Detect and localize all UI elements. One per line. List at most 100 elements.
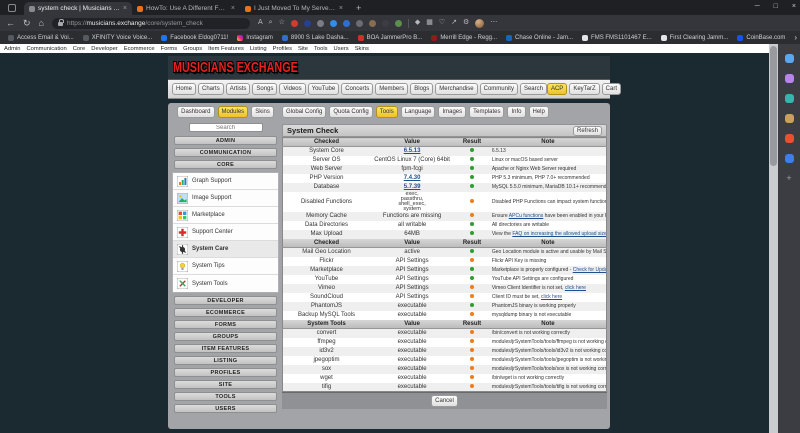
sidebar-add-icon[interactable]: + [786,174,791,183]
bookmark-item[interactable]: First Clearing Jamm... [661,35,729,41]
nav-button-community[interactable]: Community [480,83,518,95]
sidebar-section-listing[interactable]: LISTING [174,356,277,365]
collections-icon[interactable]: ▦ [426,19,433,27]
note-link[interactable]: FAQ on increasing the allowed upload siz… [512,231,606,237]
nav-button-youtube[interactable]: YouTube [308,83,340,95]
tab-tools[interactable]: Tools [376,106,398,118]
nav-button-search[interactable]: Search [520,83,547,95]
sidebar-item-image-support[interactable]: Image Support [173,190,278,207]
tab-info[interactable]: Info [507,106,525,118]
scrollbar-thumb[interactable] [770,46,777,166]
bookmark-item[interactable]: CoinBase.com [737,35,785,41]
extension-icon-sync[interactable] [395,20,402,27]
nav-button-artists[interactable]: Artists [226,83,251,95]
tab-language[interactable]: Language [401,106,436,118]
tab-close-icon[interactable]: × [123,5,127,12]
bookmark-item[interactable]: 8900 S Lake Dasha... [282,35,349,41]
sidebar-outlook-icon[interactable] [785,154,794,163]
admin-link-skins[interactable]: Skins [355,46,369,52]
bookmark-item[interactable]: BOA JammerPro B... [358,35,423,41]
sidebar-item-support-center[interactable]: Support Center [173,224,278,241]
nav-button-songs[interactable]: Songs [252,83,277,95]
tab-images[interactable]: Images [438,106,466,118]
back-icon[interactable]: ← [6,18,15,28]
sidebar-item-system-tools[interactable]: System Tools [173,275,278,292]
sidebar-section-admin[interactable]: ADMIN [174,136,277,145]
extension-icon-clipboard[interactable] [356,20,363,27]
sidebar-item-system-care[interactable]: System Care [173,241,278,258]
bookmark-item[interactable]: Facebook Eldog0711! [161,35,228,41]
sidebar-section-forms[interactable]: FORMS [174,320,277,329]
refresh-button[interactable]: Refresh [573,126,602,136]
extension-icon-blue[interactable] [330,20,337,27]
sidebar-tab-skins[interactable]: Skins [251,106,274,118]
essentials-icon[interactable]: ♡ [439,19,445,27]
settings-icon[interactable]: ⚙ [463,19,469,27]
favorite-star-icon[interactable]: ☆ [279,19,285,27]
bookmark-item[interactable]: FMS FMS1101467 E... [582,35,652,41]
bookmark-item[interactable]: XFINITY Voice Voice... [83,35,153,41]
refresh-icon[interactable]: ↻ [23,18,31,28]
sidebar-office-icon[interactable] [785,134,794,143]
share-icon[interactable]: ↗ [451,19,457,27]
nav-button-cart[interactable]: Cart [602,83,621,95]
minimize-button[interactable]: ─ [755,3,760,10]
bookmark-item[interactable]: Merrill Edge - Regg... [431,35,497,41]
sidebar-section-profiles[interactable]: PROFILES [174,368,277,377]
sidebar-tab-modules[interactable]: Modules [218,106,249,118]
sidebar-section-tools[interactable]: TOOLS [174,392,277,401]
admin-link-tools[interactable]: Tools [314,46,328,52]
nav-button-concerts[interactable]: Concerts [341,83,373,95]
profile-avatar[interactable] [475,19,484,28]
more-menu-icon[interactable]: ⋯ [490,19,497,27]
cancel-button[interactable]: Cancel [431,395,458,407]
nav-button-blogs[interactable]: Blogs [410,83,433,95]
note-link[interactable]: Check for Updates [573,267,607,273]
tab-templates[interactable]: Templates [469,106,504,118]
sidebar-search-icon[interactable] [785,54,794,63]
tab-global-config[interactable]: Global Config [282,106,326,118]
address-bar[interactable]: https://musicians.exchange/core/system_c… [52,18,250,29]
admin-link-communication[interactable]: Communication [26,46,66,52]
sidebar-tab-dashboard[interactable]: Dashboard [177,106,214,118]
sidebar-tools-icon[interactable] [785,94,794,103]
page-scrollbar[interactable] [769,44,778,433]
extension-icon-navy[interactable] [304,20,311,27]
value-text[interactable]: 5.7.39 [404,184,421,190]
nav-button-keytarz[interactable]: KeyTarZ [569,83,599,95]
sidebar-apps-icon[interactable] [785,114,794,123]
admin-link-listing[interactable]: Listing [250,46,267,52]
bookmark-item[interactable]: Access Email & Voi... [8,35,74,41]
search-input[interactable] [189,123,263,132]
nav-button-home[interactable]: Home [172,83,196,95]
value-text[interactable]: 7.4.30 [404,175,421,181]
admin-link-developer[interactable]: Developer [91,46,117,52]
tab-close-icon[interactable]: × [231,5,235,12]
sidebar-copilot-icon[interactable] [785,74,794,83]
tab-close-icon[interactable]: × [339,5,343,12]
browser-tab[interactable]: system check | Musicians Exchan...× [24,2,132,15]
admin-link-groups[interactable]: Groups [183,46,202,52]
tab-actions-icon[interactable] [8,4,16,12]
maximize-button[interactable]: □ [774,3,778,10]
tab-help[interactable]: Help [529,106,549,118]
nav-button-charts[interactable]: Charts [198,83,224,95]
sidebar-section-users[interactable]: USERS [174,404,277,413]
nav-button-videos[interactable]: Videos [279,83,305,95]
extension-icon-red[interactable] [291,20,298,27]
copilot-icon[interactable]: ◆ [415,19,420,27]
bookmarks-overflow-icon[interactable]: › [794,33,797,42]
admin-link-admin[interactable]: Admin [4,46,20,52]
read-aloud-icon[interactable]: A [258,19,263,27]
sidebar-section-core[interactable]: CORE [174,160,277,169]
browser-tab[interactable]: HowTo: Use A Different FFMPEG× [132,2,240,15]
sidebar-item-system-tips[interactable]: System Tips [173,258,278,275]
zoom-icon[interactable]: ⌕ [269,19,273,27]
home-icon[interactable]: ⌂ [39,18,44,28]
admin-link-site[interactable]: Site [298,46,308,52]
value-text[interactable]: 6.5.13 [404,148,421,154]
nav-button-merchandise[interactable]: Merchandise [435,83,477,95]
sidebar-section-site[interactable]: SITE [174,380,277,389]
bookmark-item[interactable]: Chase Online - Jam... [506,35,573,41]
note-link[interactable]: APCu functions [509,213,543,219]
